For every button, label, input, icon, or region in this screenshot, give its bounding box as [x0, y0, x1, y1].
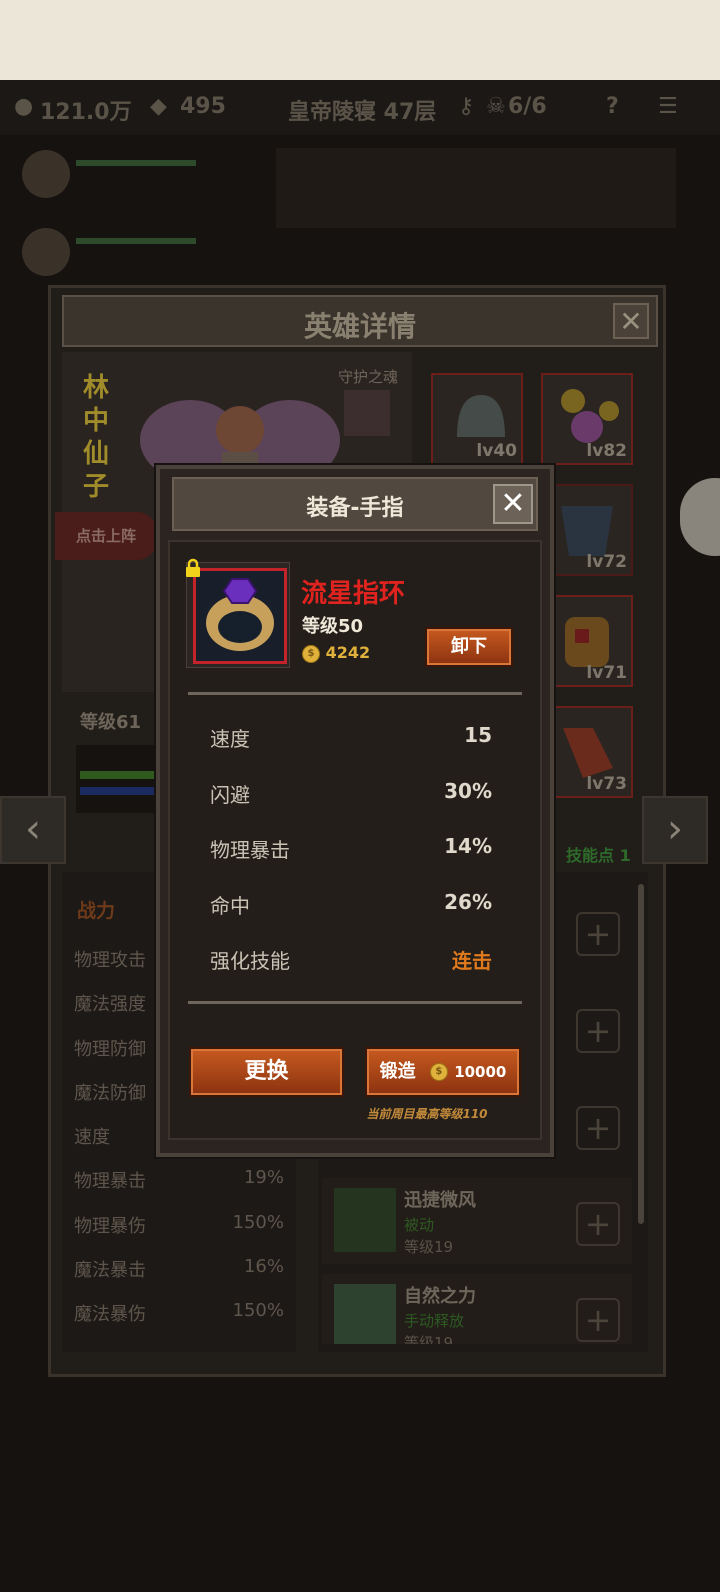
exp-bars: [76, 745, 156, 813]
property-row: 强化技能 连击: [210, 949, 492, 973]
modal-title: 装备-手指: [306, 496, 404, 521]
forge-label: 锻造: [379, 1061, 416, 1082]
divider: [188, 1001, 522, 1004]
key-icon: ⚷: [458, 94, 475, 119]
slot-level: lv71: [586, 663, 627, 683]
stat-row: 魔法暴伤 150%: [74, 1300, 284, 1325]
skill-level: 等级19: [404, 1238, 454, 1256]
skill-points: 技能点 1: [566, 846, 631, 865]
deploy-button[interactable]: 点击上阵: [55, 512, 157, 560]
fist-skill-icon: [334, 1284, 396, 1344]
slot-level: lv73: [586, 774, 627, 794]
equip-slot-feet[interactable]: lv73: [541, 706, 633, 798]
help-icon[interactable]: ?: [606, 94, 619, 119]
slot-level: lv82: [586, 441, 627, 461]
party-equipment-strip: [276, 148, 676, 228]
forge-cost: 10000: [454, 1063, 507, 1081]
party-count: 6/6: [508, 94, 547, 119]
coin-icon: $: [302, 644, 320, 663]
top-hud: ● 121.0万 ◆ 495 皇帝陵寝 47层 ⚷ ☠ 6/6 ? ☰: [0, 80, 720, 135]
skill-type: 被动: [404, 1216, 435, 1234]
modal-close-button[interactable]: ✕: [493, 484, 533, 524]
stat-row: 物理暴伤 150%: [74, 1212, 284, 1237]
skill-upgrade-button[interactable]: +: [576, 1298, 620, 1342]
item-price: $ 4242: [302, 643, 370, 663]
equip-slot-neck[interactable]: lv82: [541, 373, 633, 465]
coin-icon: $: [429, 1063, 448, 1081]
divider: [188, 692, 522, 695]
hero-name: 林 中 仙 子: [82, 373, 109, 502]
unequip-button[interactable]: 卸下: [425, 627, 513, 667]
property-row: 闪避 30%: [210, 779, 492, 807]
skill-type: 手动释放: [404, 1312, 465, 1330]
hero-level: 等级61: [80, 712, 142, 733]
slot-level: lv72: [586, 552, 627, 572]
item-level: 等级50: [302, 616, 364, 637]
stat-row: 魔法暴击 16%: [74, 1256, 284, 1281]
item-name: 流星指环: [301, 579, 406, 609]
lock-icon[interactable]: [184, 558, 202, 578]
skill-name: 迅捷微风: [404, 1190, 476, 1211]
skill-upgrade-button[interactable]: +: [576, 912, 620, 956]
hero-panel-close-button[interactable]: ✕: [613, 303, 649, 339]
property-row: 命中 26%: [210, 890, 492, 918]
next-hero-button[interactable]: ›: [642, 796, 708, 864]
hp-bar: [76, 160, 196, 166]
property-row: 速度 15: [210, 723, 492, 751]
skill-upgrade-button[interactable]: +: [576, 1202, 620, 1246]
equip-slot-head[interactable]: lv40: [431, 373, 523, 465]
equip-slot-body[interactable]: lv72: [541, 484, 633, 576]
party-avatar[interactable]: [22, 228, 70, 276]
stat-row: 物理暴击 19%: [74, 1167, 284, 1192]
dungeon-floor[interactable]: 皇帝陵寝 47层: [288, 94, 436, 126]
power-label: 战力: [77, 900, 116, 922]
skill-name: 自然之力: [404, 1286, 476, 1307]
gem-icon: ◆: [150, 94, 167, 119]
property-row: 物理暴击 14%: [210, 834, 492, 862]
gold-icon: ●: [14, 94, 34, 119]
skill-upgrade-button[interactable]: +: [576, 1009, 620, 1053]
prev-hero-button[interactable]: ‹: [0, 796, 66, 864]
slot-level: lv40: [476, 441, 517, 461]
equip-slot-wrist[interactable]: lv71: [541, 595, 633, 687]
gem-amount: 495: [180, 94, 226, 119]
skills-scrollbar[interactable]: [638, 884, 644, 1224]
hp-bar: [76, 238, 196, 244]
guardian-label: 守护之魂: [338, 368, 399, 386]
guardian-avatar[interactable]: [344, 390, 390, 436]
ring-icon[interactable]: [193, 568, 287, 664]
max-level-note: 当前周目最高等级110: [366, 1107, 488, 1121]
skull-icon: ☠: [486, 94, 506, 119]
wind-skill-icon: [334, 1188, 396, 1252]
skill-upgrade-button[interactable]: +: [576, 1106, 620, 1150]
gold-amount: 121.0万: [40, 100, 132, 125]
status-bar-area: [0, 0, 720, 80]
hero-panel-title: 英雄详情: [303, 310, 416, 343]
skill-level: 等级19: [404, 1334, 454, 1344]
forge-button[interactable]: 锻造 $ 10000: [365, 1047, 521, 1097]
party-avatar[interactable]: [22, 150, 70, 198]
menu-icon[interactable]: ☰: [658, 94, 678, 119]
replace-button[interactable]: 更换: [189, 1047, 344, 1097]
